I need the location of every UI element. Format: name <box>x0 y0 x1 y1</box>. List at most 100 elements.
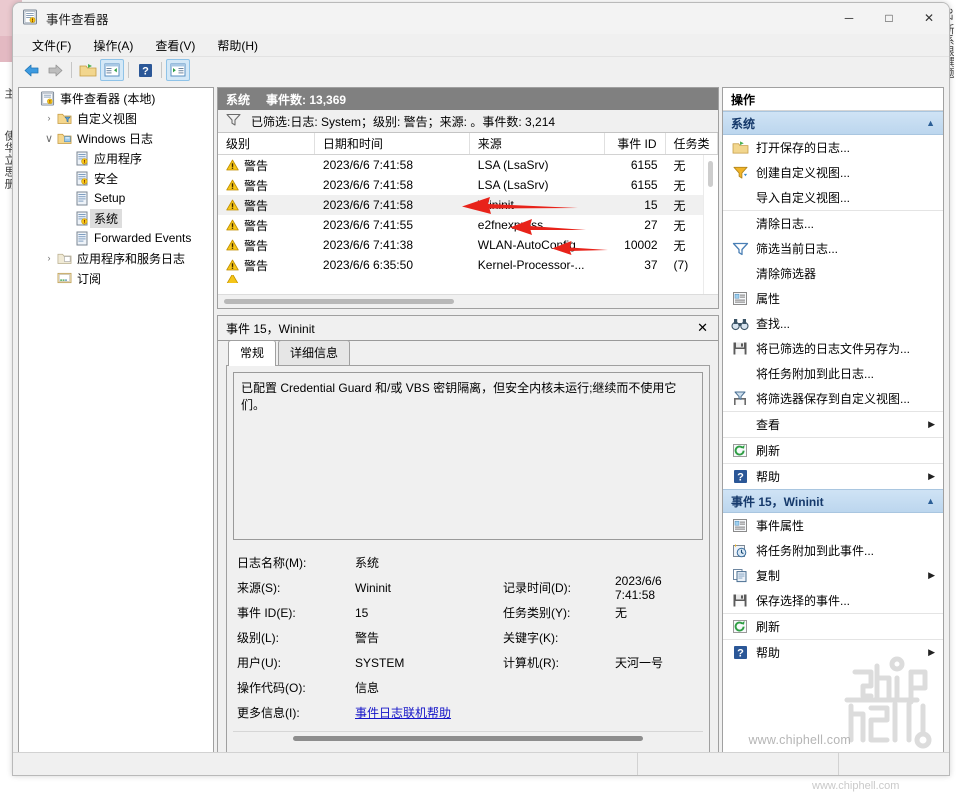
tab-general[interactable]: 常规 <box>228 340 277 366</box>
forward-icon[interactable] <box>43 59 67 81</box>
event-viewer-icon <box>22 9 38 28</box>
tree-item-2[interactable]: ∨ Windows 日志 <box>19 128 213 148</box>
refresh-icon <box>729 618 751 636</box>
action-item-刷新[interactable]: 刷新 <box>723 437 943 463</box>
event-log-online-help-link[interactable]: 事件日志联机帮助 <box>355 704 451 721</box>
cell-level: 警告 <box>218 237 315 254</box>
action-item-帮助[interactable]: ? 帮助 ▶ <box>723 463 943 489</box>
warning-icon <box>226 219 239 231</box>
detail-field-value: 警告 <box>355 631 380 645</box>
grid-column-header-source[interactable]: 来源 <box>470 133 606 154</box>
action-item-将已筛选的日志文件另[interactable]: 将已筛选的日志文件另存为... <box>723 336 943 361</box>
close-button[interactable]: ✕ <box>909 3 949 33</box>
toolbar-separator <box>71 62 72 78</box>
action-item-复制[interactable]: 复制 ▶ <box>723 563 943 588</box>
action-item-清除筛选器[interactable]: 清除筛选器 <box>723 261 943 286</box>
action-item-属性[interactable]: 属性 <box>723 286 943 311</box>
menu-help[interactable]: 帮助(H) <box>206 35 269 56</box>
back-icon[interactable] <box>19 59 43 81</box>
action-item-帮助[interactable]: ? 帮助 ▶ <box>723 639 943 665</box>
cell-datetime: 2023/6/6 7:41:58 <box>322 198 413 212</box>
cell-datetime: 2023/6/6 6:35:50 <box>322 258 413 272</box>
watermark-url: www.chiphell.com <box>748 733 851 747</box>
properties-icon <box>729 290 751 308</box>
maximize-button[interactable]: □ <box>869 3 909 33</box>
grid-column-header-datetime[interactable]: 日期和时间 <box>315 133 470 154</box>
open-folder-icon[interactable] <box>76 59 100 81</box>
filter-status-bar[interactable]: 已筛选:日志: System；级别: 警告；来源: 。事件数: 3,214 <box>218 110 718 133</box>
actions-group-system-header[interactable]: 系统 ▲ <box>723 111 943 135</box>
action-item-保存选择的事件[interactable]: 保存选择的事件... <box>723 588 943 613</box>
tab-details[interactable]: 详细信息 <box>278 340 351 365</box>
chevron-right-icon[interactable]: › <box>42 113 56 123</box>
help-icon[interactable]: ? <box>133 59 157 81</box>
tree-item-4[interactable]: 安全 <box>19 168 213 188</box>
grid-column-header-level[interactable]: 级别 <box>218 133 315 154</box>
chevron-up-icon[interactable]: ▲ <box>926 118 935 128</box>
event-list-vertical-thumb[interactable] <box>708 161 713 187</box>
detail-field-row: 来源(S): Wininit 记录时间(D): 2023/6/6 7:41:58 <box>237 574 701 602</box>
event-list-horizontal-thumb[interactable] <box>224 299 454 304</box>
cell-level: 警告 <box>218 217 315 234</box>
cell-eventid: 10002 <box>624 238 658 252</box>
event-detail-horizontal-thumb[interactable] <box>293 736 643 741</box>
menu-view[interactable]: 查看(V) <box>144 35 206 56</box>
tree-item-8[interactable]: › 应用程序和服务日志 <box>19 248 213 268</box>
action-item-导入自定义视图[interactable]: 导入自定义视图... <box>723 185 943 210</box>
event-list-vertical-scrollbar[interactable] <box>703 155 718 294</box>
attach-task-icon <box>729 542 751 560</box>
cell-level-text: 警告 <box>244 258 269 273</box>
close-icon[interactable]: ✕ <box>693 320 712 336</box>
tree-item-6[interactable]: 系统 <box>19 208 213 228</box>
console-tree-pane[interactable]: 事件查看器 (本地) › 自定义视图 ∨ Windows 日志 应用程序 安全 Setup 系统… <box>18 87 214 770</box>
show-hide-tree-icon[interactable] <box>100 59 124 81</box>
action-item-label: 刷新 <box>756 620 781 634</box>
minimize-button[interactable]: ─ <box>829 3 869 33</box>
table-row[interactable]: 警告 2023/6/6 7:41:58 LSA (LsaSrv) 6155 无 <box>218 175 718 195</box>
event-grid-body[interactable]: 警告 2023/6/6 7:41:58 LSA (LsaSrv) 6155 无警告 202… <box>218 155 718 294</box>
menu-action[interactable]: 操作(A) <box>82 35 144 56</box>
action-item-label: 将任务附加到此事件... <box>756 544 875 558</box>
chevron-up-icon-2[interactable]: ▲ <box>926 496 935 506</box>
table-row[interactable]: 警告 2023/6/6 7:41:55 e2fnexpress 27 无 <box>218 215 718 235</box>
action-item-查看[interactable]: 查看 ▶ <box>723 411 943 437</box>
event-detail-horizontal-scrollbar[interactable] <box>233 731 703 744</box>
action-item-将筛选器保存到自定义[interactable]: 将筛选器保存到自定义视图... <box>723 386 943 411</box>
show-hide-action-pane-icon[interactable] <box>166 59 190 81</box>
cell-level-text: 警告 <box>244 198 269 213</box>
menu-file[interactable]: 文件(F) <box>21 35 82 56</box>
action-item-打开保存的日志[interactable]: 打开保存的日志... <box>723 135 943 160</box>
table-row-partial[interactable] <box>218 275 718 283</box>
tree-item-3[interactable]: 应用程序 <box>19 148 213 168</box>
chevron-right-icon[interactable]: › <box>42 253 56 263</box>
event-message-text: 已配置 Credential Guard 和/或 VBS 密钥隔离，但安全内核未… <box>233 372 703 540</box>
action-item-清除日志[interactable]: 清除日志... <box>723 210 943 236</box>
action-item-刷新[interactable]: 刷新 <box>723 613 943 639</box>
action-item-将任务附加到此事件[interactable]: 将任务附加到此事件... <box>723 538 943 563</box>
cell-level-text: 警告 <box>244 218 269 233</box>
action-item-查找[interactable]: 查找... <box>723 311 943 336</box>
tree-item-1[interactable]: › 自定义视图 <box>19 108 213 128</box>
action-item-将任务附加到此日志[interactable]: 将任务附加到此日志... <box>723 361 943 386</box>
tree-item-9[interactable]: 订阅 <box>19 268 213 288</box>
table-row[interactable]: 警告 2023/6/6 7:41:38 WLAN-AutoConfig 10002 无 <box>218 235 718 255</box>
svg-text:?: ? <box>737 647 744 659</box>
tree-item-label: 自定义视图 <box>77 111 138 126</box>
table-row[interactable]: 警告 2023/6/6 7:41:58 LSA (LsaSrv) 6155 无 <box>218 155 718 175</box>
action-item-事件属性[interactable]: 事件属性 <box>723 513 943 538</box>
event-detail-title-bar: 事件 15，Wininit ✕ <box>218 316 718 341</box>
event-list-horizontal-scrollbar[interactable] <box>218 294 718 308</box>
action-item-创建自定义视图[interactable]: 创建自定义视图... <box>723 160 943 185</box>
grid-column-header-task[interactable]: 任务类 <box>666 133 718 154</box>
tree-item-0[interactable]: 事件查看器 (本地) <box>19 88 213 108</box>
table-row[interactable]: 警告 2023/6/6 6:35:50 Kernel-Processor-... 37… <box>218 255 718 275</box>
grid-column-header-eventid[interactable]: 事件 ID <box>605 133 666 154</box>
tree-item-7[interactable]: Forwarded Events <box>19 228 213 248</box>
chevron-down-icon[interactable]: ∨ <box>42 132 56 145</box>
tree-item-5[interactable]: Setup <box>19 188 213 208</box>
detail-field-label: 日志名称(M): <box>237 556 307 570</box>
action-item-筛选当前日志[interactable]: 筛选当前日志... <box>723 236 943 261</box>
table-row[interactable]: 警告 2023/6/6 7:41:58 Wininit 15 无 <box>218 195 718 215</box>
actions-group-event-header[interactable]: 事件 15，Wininit ▲ <box>723 489 943 513</box>
action-item-label: 事件属性 <box>756 519 805 533</box>
